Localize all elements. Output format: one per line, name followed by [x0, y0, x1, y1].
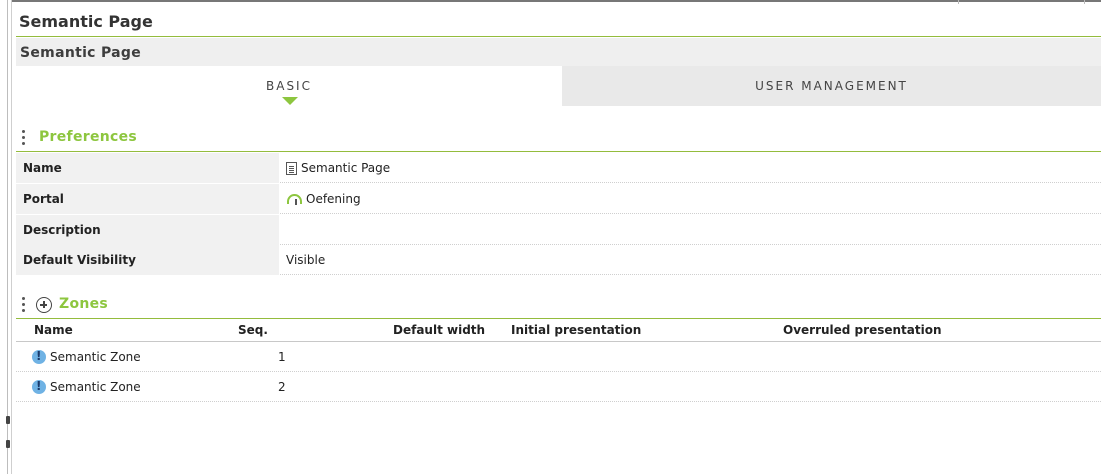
left-rail — [0, 0, 12, 474]
table-row[interactable]: Semantic Zone 1 — [16, 342, 1101, 372]
tab-basic[interactable]: BASIC — [16, 66, 562, 106]
table-row[interactable]: Semantic Zone 2 — [16, 372, 1101, 402]
property-row-description: Description — [16, 215, 1101, 245]
column-header-name[interactable]: Name — [34, 323, 73, 337]
column-header-default-width[interactable]: Default width — [393, 323, 485, 337]
property-label: Default Visibility — [16, 245, 279, 275]
zones-title: Zones — [59, 296, 109, 312]
top-tick — [1084, 0, 1085, 4]
tab-bar: BASIC USER MANAGEMENT — [16, 66, 1101, 106]
top-border — [12, 0, 1101, 2]
property-value[interactable]: Semantic Page — [286, 153, 390, 183]
portal-icon — [286, 192, 302, 206]
preferences-title: Preferences — [39, 129, 138, 145]
warning-icon — [32, 379, 46, 394]
column-header-overruled-presentation[interactable]: Overruled presentation — [783, 323, 942, 337]
page-title: Semantic Page — [19, 12, 153, 31]
section-divider — [16, 151, 1101, 152]
zones-section-header: Zones — [16, 294, 1101, 319]
zone-name: Semantic Zone — [50, 350, 141, 364]
splitter-grip[interactable] — [6, 440, 10, 448]
subheader-title: Semantic Page — [20, 45, 141, 61]
section-menu-icon[interactable] — [22, 130, 26, 146]
property-value[interactable]: Oefening — [286, 184, 361, 214]
subheader-bar — [16, 38, 1101, 66]
property-label: Name — [16, 153, 279, 183]
column-header-initial-presentation[interactable]: Initial presentation — [511, 323, 641, 337]
add-zone-icon[interactable] — [36, 297, 52, 313]
property-label: Portal — [16, 184, 279, 214]
rail-line — [11, 0, 12, 474]
zone-name-cell[interactable]: Semantic Zone — [32, 342, 141, 372]
zones-table-header: Name Seq. Default width Initial presenta… — [16, 320, 1101, 342]
column-header-seq[interactable]: Seq. — [238, 323, 268, 337]
property-row-default-visibility: Default Visibility Visible — [16, 245, 1101, 275]
tab-user-management-label: USER MANAGEMENT — [755, 79, 908, 93]
splitter-grip[interactable] — [6, 416, 10, 424]
warning-icon — [32, 349, 46, 364]
top-tick — [958, 0, 959, 4]
property-label: Description — [16, 215, 279, 245]
active-tab-indicator — [282, 97, 298, 105]
property-row-portal: Portal Oefening — [16, 184, 1101, 214]
section-menu-icon[interactable] — [22, 297, 26, 313]
section-divider — [16, 318, 1101, 319]
tab-user-management[interactable]: USER MANAGEMENT — [562, 66, 1101, 106]
tab-basic-label: BASIC — [266, 79, 312, 93]
property-row-name: Name Semantic Page — [16, 153, 1101, 183]
zone-name: Semantic Zone — [50, 380, 141, 394]
preferences-section-header: Preferences — [16, 127, 1101, 152]
zone-seq: 2 — [278, 380, 286, 394]
zone-seq: 1 — [278, 350, 286, 364]
property-value: Visible — [286, 253, 326, 267]
zone-name-cell[interactable]: Semantic Zone — [32, 372, 141, 402]
property-value-text: Semantic Page — [301, 161, 391, 175]
header-divider — [16, 36, 1101, 37]
document-icon — [286, 161, 297, 175]
property-value-text: Oefening — [306, 192, 361, 206]
rail-line — [7, 0, 8, 474]
